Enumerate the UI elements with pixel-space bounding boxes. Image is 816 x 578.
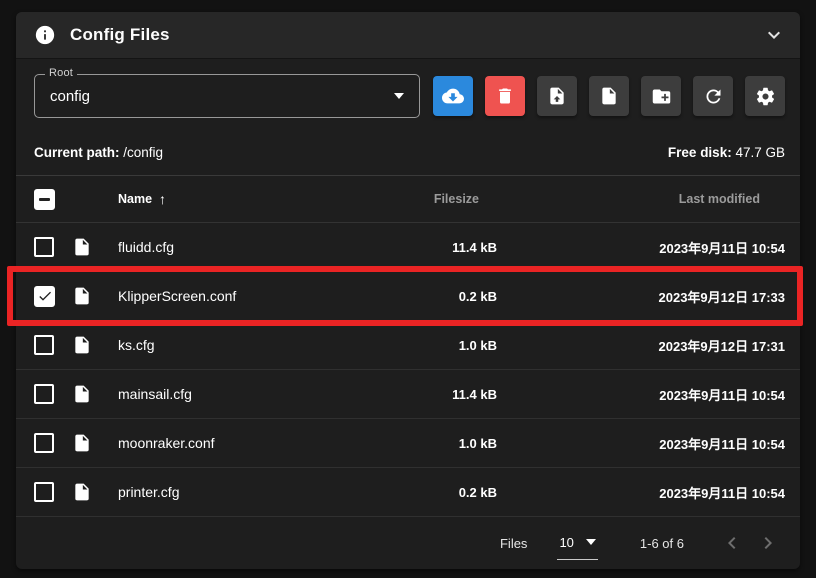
previous-page-button[interactable]	[714, 525, 750, 561]
per-page-select[interactable]: 10	[557, 535, 597, 560]
file-icon	[72, 433, 118, 453]
panel-header[interactable]: Config Files	[16, 12, 800, 59]
row-checkbox[interactable]	[34, 482, 54, 502]
table-row[interactable]: printer.cfg 0.2 kB 2023年9月11日 10:54	[16, 468, 800, 517]
column-header-last-modified[interactable]: Last modified	[497, 192, 785, 206]
file-size: 0.2 kB	[377, 289, 497, 304]
per-page-label: Files	[500, 536, 527, 551]
status-row: Current path: /config Free disk: 47.7 GB	[16, 118, 800, 175]
file-name[interactable]: fluidd.cfg	[118, 239, 377, 255]
file-size: 0.2 kB	[377, 485, 497, 500]
free-disk-label: Free disk:	[668, 145, 732, 160]
page: Config Files Root config	[0, 0, 816, 578]
file-last-modified: 2023年9月11日 10:54	[497, 385, 785, 404]
row-checkbox[interactable]	[34, 433, 54, 453]
file-name[interactable]: mainsail.cfg	[118, 386, 377, 402]
per-page-value: 10	[559, 535, 573, 550]
chevron-down-icon[interactable]	[762, 23, 786, 47]
current-path-label: Current path:	[34, 145, 120, 160]
toolbar-buttons	[433, 76, 785, 116]
refresh-icon	[703, 86, 724, 107]
config-files-panel: Config Files Root config	[16, 12, 800, 569]
file-size: 11.4 kB	[377, 240, 497, 255]
info-circle-icon	[34, 24, 56, 46]
table-body: fluidd.cfg 11.4 kB 2023年9月11日 10:54 Klip…	[16, 223, 800, 517]
row-checkbox[interactable]	[34, 335, 54, 355]
file-size: 1.0 kB	[377, 436, 497, 451]
table-row[interactable]: ks.cfg 1.0 kB 2023年9月12日 17:31	[16, 321, 800, 370]
free-disk: Free disk: 47.7 GB	[668, 145, 785, 160]
cloud-upload-icon	[442, 85, 464, 107]
table-row[interactable]: fluidd.cfg 11.4 kB 2023年9月11日 10:54	[16, 223, 800, 272]
page-range: 1-6 of 6	[640, 536, 684, 551]
delete-selected-button[interactable]	[485, 76, 525, 116]
chevron-left-icon	[720, 531, 744, 555]
file-name[interactable]: KlipperScreen.conf	[118, 288, 377, 304]
toolbar: Root config	[16, 59, 800, 118]
file-name[interactable]: moonraker.conf	[118, 435, 377, 451]
file-last-modified: 2023年9月12日 17:33	[497, 287, 785, 306]
file-upload-icon	[547, 86, 567, 106]
file-plus-icon	[599, 86, 619, 106]
table-row[interactable]: mainsail.cfg 11.4 kB 2023年9月11日 10:54	[16, 370, 800, 419]
file-size: 1.0 kB	[377, 338, 497, 353]
upload-files-button[interactable]	[433, 76, 473, 116]
file-icon	[72, 482, 118, 502]
sort-ascending-icon: ↑	[159, 191, 166, 207]
select-all-checkbox[interactable]	[34, 189, 55, 210]
file-name[interactable]: ks.cfg	[118, 337, 377, 353]
create-folder-button[interactable]	[641, 76, 681, 116]
table-header: Name ↑ Filesize Last modified	[16, 176, 800, 223]
current-path-value: /config	[123, 145, 163, 160]
dropdown-arrow-icon	[586, 539, 596, 545]
gear-icon	[755, 86, 776, 107]
file-last-modified: 2023年9月11日 10:54	[497, 483, 785, 502]
settings-button[interactable]	[745, 76, 785, 116]
free-disk-value: 47.7 GB	[735, 145, 785, 160]
file-last-modified: 2023年9月11日 10:54	[497, 238, 785, 257]
file-icon	[72, 384, 118, 404]
panel-title: Config Files	[70, 25, 762, 45]
file-icon	[72, 286, 118, 306]
create-file-button[interactable]	[589, 76, 629, 116]
pagination-bar: Files 10 1-6 of 6	[16, 517, 800, 569]
indeterminate-icon	[39, 198, 50, 201]
file-size: 11.4 kB	[377, 387, 497, 402]
root-select-value: config	[50, 88, 394, 105]
chevron-right-icon	[756, 531, 780, 555]
dropdown-arrow-icon	[394, 93, 404, 99]
folder-plus-icon	[651, 86, 672, 107]
column-header-name[interactable]: Name ↑	[118, 191, 377, 207]
next-page-button[interactable]	[750, 525, 786, 561]
root-select[interactable]: Root config	[34, 74, 420, 118]
file-last-modified: 2023年9月12日 17:31	[497, 336, 785, 355]
current-path: Current path: /config	[34, 145, 163, 160]
table-row[interactable]: moonraker.conf 1.0 kB 2023年9月11日 10:54	[16, 419, 800, 468]
file-icon	[72, 237, 118, 257]
column-header-filesize[interactable]: Filesize	[377, 192, 497, 206]
root-select-label: Root	[45, 67, 77, 79]
file-name[interactable]: printer.cfg	[118, 484, 377, 500]
trash-icon	[495, 86, 515, 106]
row-checkbox[interactable]	[34, 286, 55, 307]
refresh-button[interactable]	[693, 76, 733, 116]
file-last-modified: 2023年9月11日 10:54	[497, 434, 785, 453]
row-checkbox[interactable]	[34, 237, 54, 257]
upload-file-button[interactable]	[537, 76, 577, 116]
row-checkbox[interactable]	[34, 384, 54, 404]
table-row[interactable]: KlipperScreen.conf 0.2 kB 2023年9月12日 17:…	[16, 272, 800, 321]
file-icon	[72, 335, 118, 355]
checkmark-icon	[37, 288, 53, 304]
